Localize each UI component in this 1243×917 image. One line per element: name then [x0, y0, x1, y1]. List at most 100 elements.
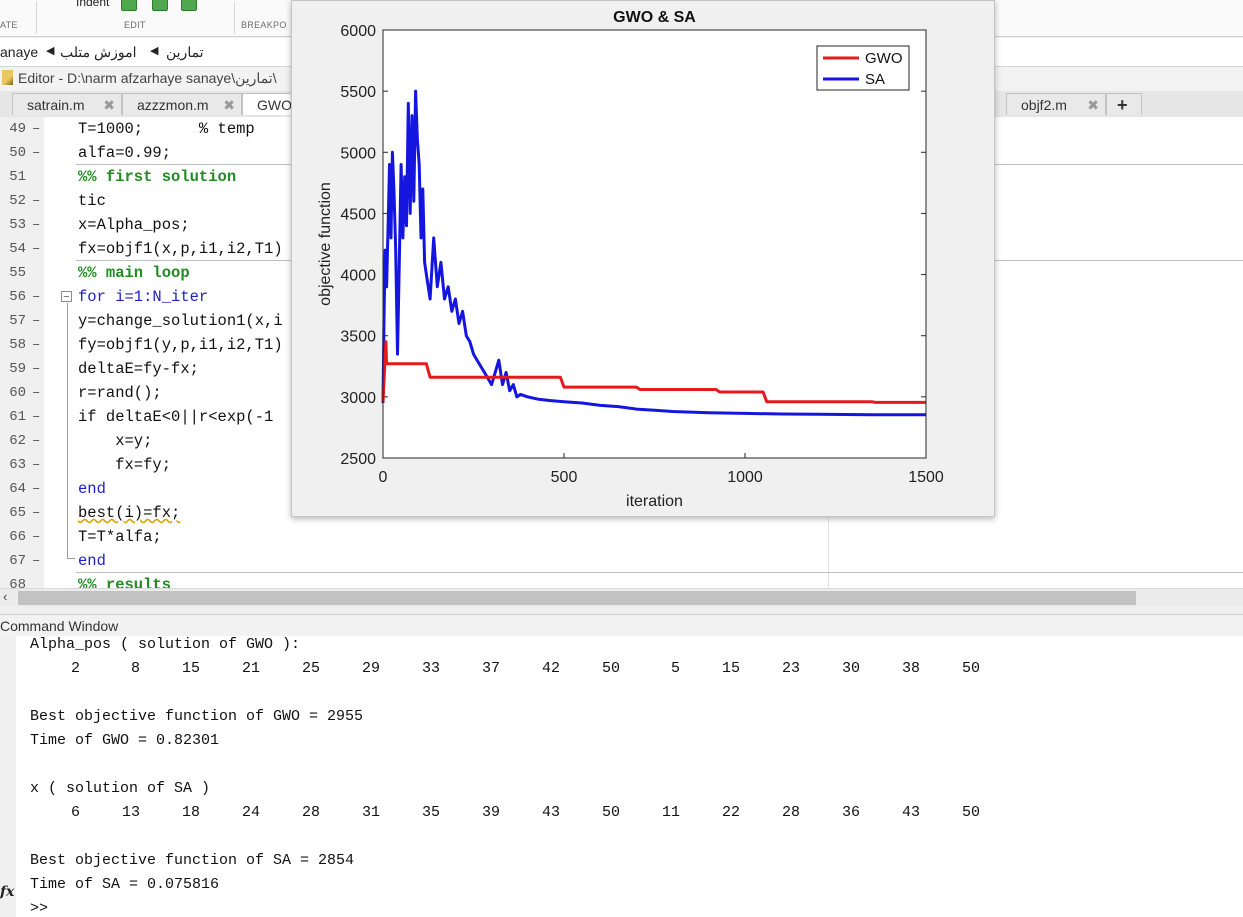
code-line[interactable]: %% first solution: [78, 165, 236, 189]
breakpoint-marker: –: [32, 241, 41, 257]
output-value: 23: [781, 660, 800, 677]
tab-label: azzzmon.m: [137, 97, 209, 113]
output-value: 15: [721, 660, 740, 677]
breakpoint-marker: –: [32, 289, 41, 305]
toolstrip-separator: [234, 2, 235, 34]
output-value: 25: [301, 660, 320, 677]
code-text: T=1000; % temp: [78, 120, 255, 138]
output-value: 5: [670, 660, 680, 677]
breakpoint-marker: –: [32, 385, 41, 401]
code-line[interactable]: deltaE=fy-fx;: [78, 357, 199, 381]
comment-icon[interactable]: [121, 0, 137, 11]
code-line[interactable]: y=change_solution1(x,i: [78, 309, 283, 333]
output-value: 24: [241, 804, 260, 821]
breadcrumb-arrow-icon: ◀: [46, 45, 55, 57]
scrollbar-thumb[interactable]: [18, 591, 1136, 605]
code-line[interactable]: end: [78, 477, 106, 501]
toolstrip-separator: [36, 2, 37, 34]
indent-label[interactable]: Indent: [76, 0, 109, 9]
breadcrumb-segment[interactable]: اموزش متلب: [60, 44, 136, 61]
y-tick-label: 5000: [340, 145, 376, 162]
code-line[interactable]: x=Alpha_pos;: [78, 213, 190, 237]
line-number: 64: [9, 481, 26, 497]
code-line[interactable]: fx=objf1(x,p,i1,i2,T1): [78, 237, 283, 261]
output-value: 37: [481, 660, 500, 677]
code-line[interactable]: end: [78, 549, 106, 573]
code-line[interactable]: tic: [78, 189, 106, 213]
output-value: 21: [241, 660, 260, 677]
breadcrumb-segment[interactable]: anaye: [0, 44, 38, 60]
code-text: fy=objf1(y,p,i1,i2,T1): [78, 336, 283, 354]
code-text: end: [78, 480, 106, 498]
x-tick-label: 1500: [908, 469, 944, 486]
legend-label-sa: SA: [865, 71, 885, 88]
editor-pencil-icon: [2, 70, 13, 85]
tab-label: GWO: [257, 97, 292, 113]
output-value: 18: [181, 804, 200, 821]
figure-window[interactable]: GWO & SA iteration objective function 0 5…: [291, 0, 995, 517]
breakpoint-marker: –: [32, 217, 41, 233]
code-line[interactable]: T=1000; % temp: [78, 117, 255, 141]
code-line[interactable]: for i=1:N_iter: [78, 285, 208, 309]
line-number: 53: [9, 217, 26, 233]
output-value: 39: [481, 804, 500, 821]
output-line: Time of SA = 0.075816: [30, 876, 220, 893]
add-tab-button[interactable]: +: [1106, 93, 1142, 115]
line-number: 59: [9, 361, 26, 377]
code-line[interactable]: x=y;: [78, 429, 152, 453]
line-number: 61: [9, 409, 26, 425]
command-window-margin: [0, 636, 16, 917]
output-value: 50: [601, 660, 620, 677]
code-line[interactable]: T=T*alfa;: [78, 525, 162, 549]
line-number: 54: [9, 241, 26, 257]
chart-title: GWO & SA: [613, 9, 696, 26]
code-line[interactable]: %% main loop: [78, 261, 190, 285]
code-line[interactable]: alfa=0.99;: [78, 141, 171, 165]
indent-icon[interactable]: [181, 0, 197, 11]
breakpoint-marker: –: [32, 433, 41, 449]
fx-icon[interactable]: fx: [0, 884, 14, 900]
line-number: 62: [9, 433, 26, 449]
breadcrumb-segment[interactable]: تمارین: [166, 44, 204, 61]
code-text: r=rand();: [78, 384, 162, 402]
code-text: tic: [78, 192, 106, 210]
code-line[interactable]: fy=objf1(y,p,i1,i2,T1): [78, 333, 283, 357]
code-line[interactable]: r=rand();: [78, 381, 162, 405]
tab-azzzmon[interactable]: azzzmon.m ✖: [122, 93, 242, 115]
y-tick-label: 4500: [340, 206, 376, 223]
code-text: y=change_solution1(x,i: [78, 312, 283, 330]
tab-satrain[interactable]: satrain.m ✖: [12, 93, 122, 115]
breakpoint-marker: –: [32, 409, 41, 425]
output-value: 50: [961, 660, 980, 677]
code-line[interactable]: fx=fy;: [78, 453, 171, 477]
breakpoint-marker: –: [32, 457, 41, 473]
scroll-left-icon[interactable]: ‹: [3, 589, 7, 604]
chart-svg: GWO & SA iteration objective function 0 5…: [317, 9, 944, 510]
breakpoint-marker: –: [32, 505, 41, 521]
line-number: 67: [9, 553, 26, 569]
code-text: x=y;: [78, 432, 153, 450]
code-line[interactable]: best(i)=fx;: [78, 501, 180, 525]
wrap-icon[interactable]: [152, 0, 168, 11]
command-prompt[interactable]: >>: [30, 900, 48, 917]
editor-horizontal-scrollbar[interactable]: ‹: [0, 588, 1243, 607]
close-icon[interactable]: ✖: [103, 94, 115, 116]
code-line[interactable]: %% results: [78, 573, 171, 588]
line-number: 50: [9, 145, 26, 161]
code-text: %% results: [78, 576, 172, 588]
line-number: 58: [9, 337, 26, 353]
code-line[interactable]: if deltaE<0||r<exp(-1: [78, 405, 273, 429]
output-value: 28: [301, 804, 320, 821]
command-window[interactable]: Alpha_pos ( solution of GWO ): 2 8 15 21…: [0, 636, 1243, 917]
tab-label: satrain.m: [27, 97, 85, 113]
close-icon[interactable]: ✖: [1087, 94, 1099, 116]
code-text: best(i)=fx;: [78, 504, 181, 522]
output-value: 11: [661, 804, 680, 821]
code-text: end: [78, 552, 106, 570]
close-icon[interactable]: ✖: [223, 94, 235, 116]
line-number: 52: [9, 193, 26, 209]
editor-title-text: Editor - D:\narm afzarhaye sanaye\تمارین…: [18, 70, 277, 86]
code-text: deltaE=fy-fx;: [78, 360, 199, 378]
tab-objf2[interactable]: objf2.m ✖: [1006, 93, 1106, 115]
output-value: 35: [421, 804, 440, 821]
